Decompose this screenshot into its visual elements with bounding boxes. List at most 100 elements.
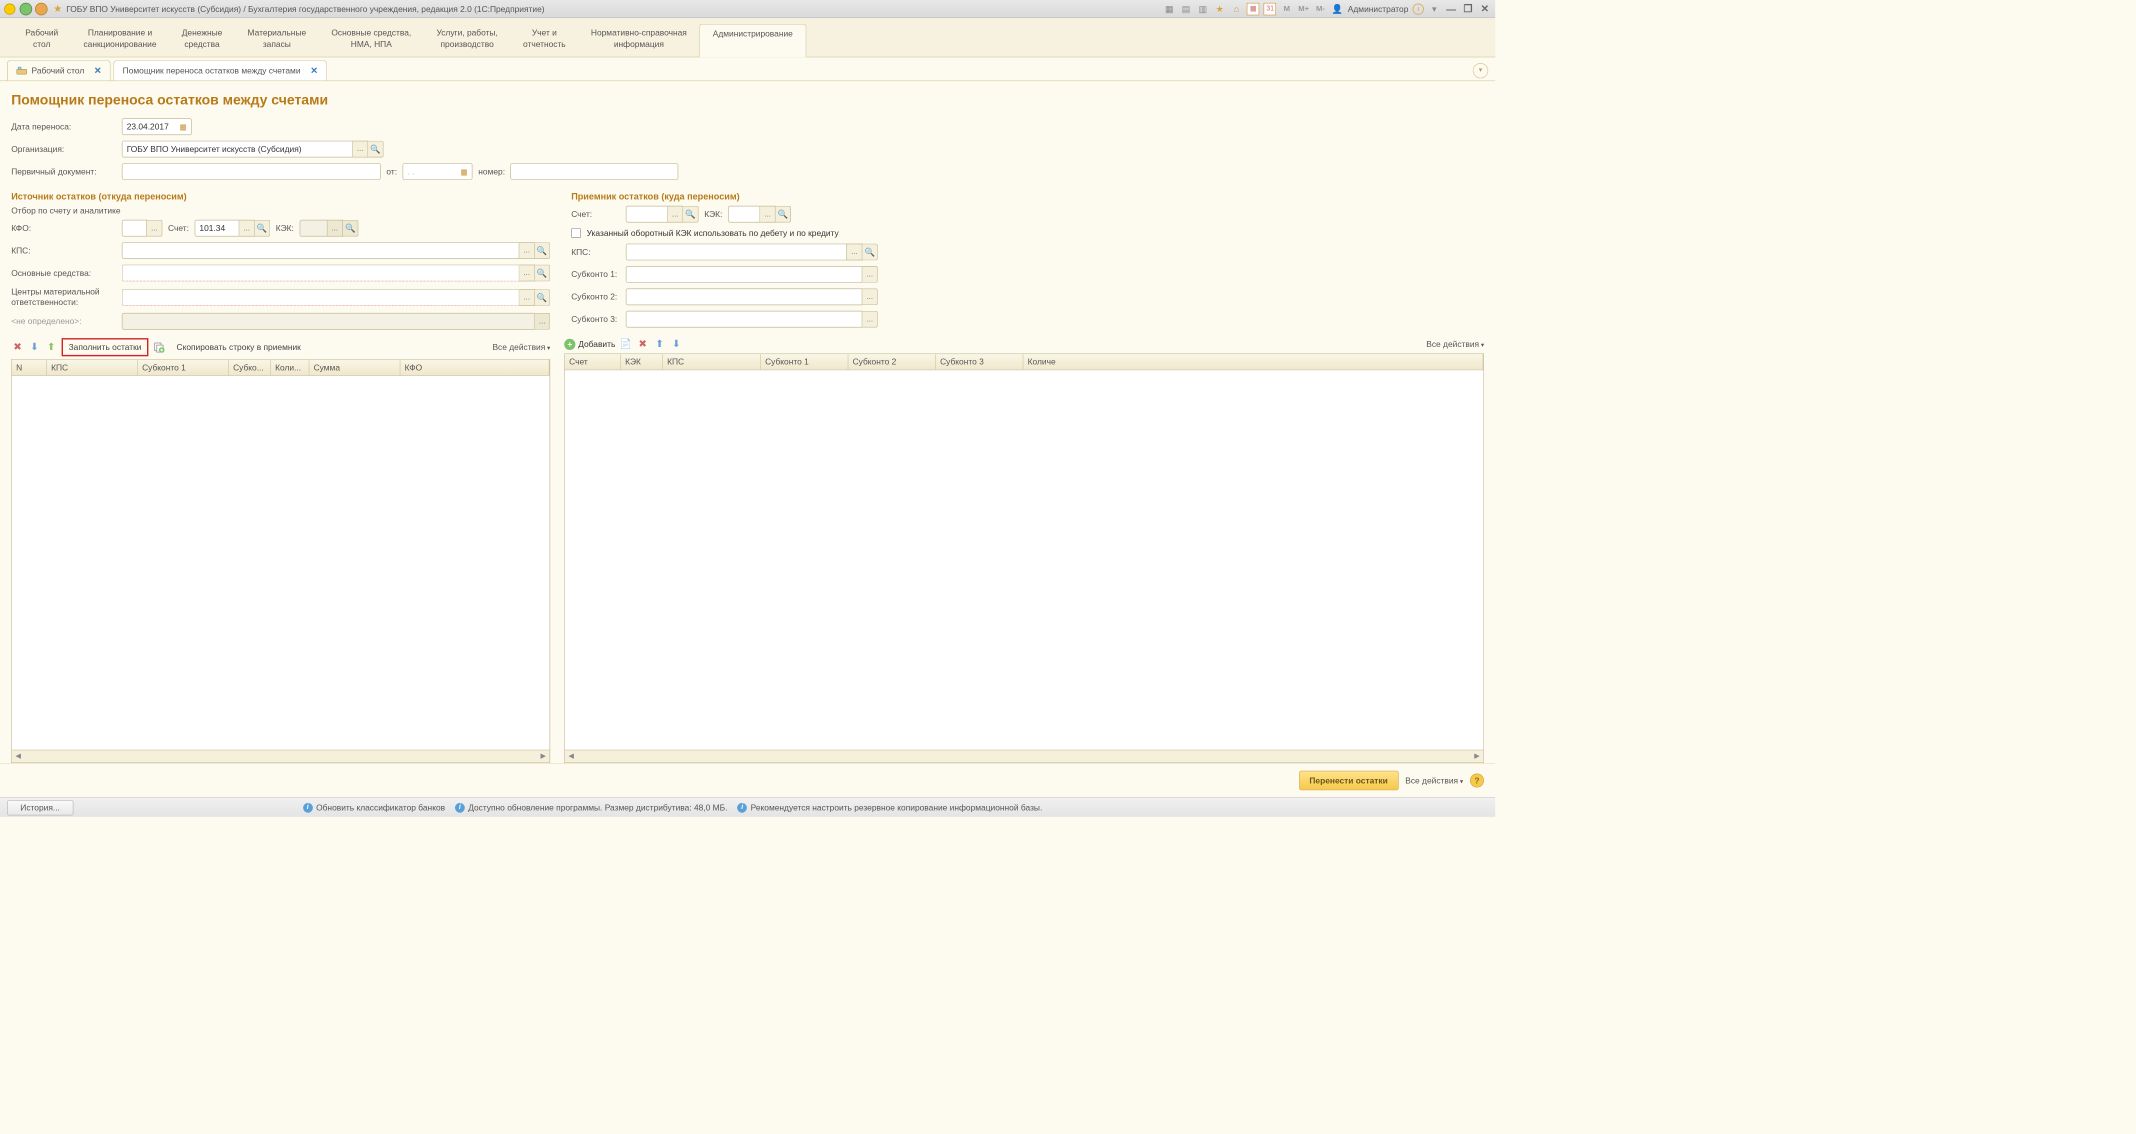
nav-desktop[interactable]: Рабочий стол (13, 24, 71, 57)
os-pick-button[interactable]: ... (519, 265, 534, 282)
all-actions-dropdown[interactable]: Все действия (492, 342, 550, 352)
target-kps-search-icon[interactable]: 🔍 (862, 244, 877, 261)
fill-balances-button[interactable]: Заполнить остатки (62, 338, 149, 356)
add-button[interactable]: +Добавить (564, 339, 615, 350)
favorite-icon[interactable]: ★ (53, 3, 62, 15)
col-sub1[interactable]: Субконто 1 (761, 354, 849, 369)
user-label[interactable]: Администратор (1348, 4, 1409, 14)
organization-pick-button[interactable]: ... (353, 141, 368, 158)
all-actions-dropdown[interactable]: Все действия (1426, 339, 1484, 349)
move-up-icon[interactable]: ⬆ (653, 338, 666, 351)
tab-close-icon[interactable]: ✕ (94, 65, 102, 76)
star-icon[interactable]: ★ (1213, 2, 1226, 15)
help-icon[interactable]: ? (1470, 774, 1484, 788)
status-update[interactable]: iДоступно обновление программы. Размер д… (455, 803, 728, 813)
nav-cash[interactable]: Денежные средства (169, 24, 235, 57)
move-down-icon[interactable]: ⬇ (28, 341, 41, 354)
col-kps[interactable]: КПС (47, 360, 138, 375)
move-up-icon[interactable]: ⬆ (45, 341, 58, 354)
home-icon[interactable]: ⌂ (1230, 2, 1243, 15)
os-input[interactable] (122, 265, 520, 282)
transfer-date-input[interactable]: 23.04.2017▦ (122, 118, 192, 135)
target-kek-pick-button[interactable]: ... (760, 206, 775, 223)
delete-icon[interactable]: ✖ (11, 341, 24, 354)
col-kek[interactable]: КЭК (621, 354, 663, 369)
col-sum[interactable]: Сумма (309, 360, 400, 375)
status-backup[interactable]: iРекомендуется настроить резервное копир… (737, 803, 1042, 813)
toolbar-icon[interactable]: ▥ (1197, 2, 1210, 15)
calculator-icon[interactable]: ▦ (1247, 2, 1260, 15)
nav-admin[interactable]: Администрирование (699, 24, 806, 58)
col-account[interactable]: Счет (565, 354, 621, 369)
target-kek-input[interactable] (728, 206, 760, 223)
transfer-balances-button[interactable]: Перенести остатки (1299, 771, 1398, 791)
m-plus-button[interactable]: M+ (1297, 2, 1310, 15)
tabs-dropdown-icon[interactable]: ▾ (1473, 63, 1488, 78)
responsibility-pick-button[interactable]: ... (519, 289, 534, 306)
grid-body[interactable] (565, 370, 1483, 750)
tab-desktop[interactable]: Рабочий стол ✕ (7, 60, 111, 80)
status-banks[interactable]: iОбновить классификатор банков (303, 803, 445, 813)
nav-forward-icon[interactable] (35, 2, 48, 15)
kek-debit-credit-checkbox[interactable] (571, 228, 581, 238)
from-date-input[interactable]: . .▦ (403, 163, 473, 180)
account-input[interactable]: 101.34 (195, 220, 240, 237)
delete-icon[interactable]: ✖ (636, 338, 649, 351)
organization-search-icon[interactable]: 🔍 (368, 141, 383, 158)
nav-assets[interactable]: Основные средства, НМА, НПА (319, 24, 424, 57)
col-sub3[interactable]: Субконто 3 (936, 354, 1024, 369)
maximize-button[interactable]: ❐ (1462, 3, 1475, 14)
minimize-button[interactable]: — (1445, 3, 1458, 14)
col-kfo[interactable]: КФО (400, 360, 549, 375)
history-button[interactable]: История... (7, 800, 73, 815)
responsibility-input[interactable] (122, 289, 520, 306)
target-kek-search-icon[interactable]: 🔍 (776, 206, 791, 223)
sub2-input[interactable] (626, 289, 863, 306)
kps-search-icon[interactable]: 🔍 (535, 242, 550, 259)
account-search-icon[interactable]: 🔍 (255, 220, 270, 237)
copy-to-target-button[interactable]: Скопировать строку в приемник (169, 338, 307, 356)
calendar-icon[interactable]: ▦ (460, 167, 467, 176)
grid-hscroll[interactable]: ◀▶ (565, 750, 1483, 763)
sub3-pick-button[interactable]: ... (862, 311, 877, 328)
target-account-input[interactable] (626, 206, 668, 223)
close-button[interactable]: ✕ (1478, 3, 1491, 14)
grid-body[interactable] (12, 376, 550, 750)
tab-close-icon[interactable]: ✕ (310, 65, 318, 76)
number-input[interactable] (511, 163, 679, 180)
organization-input[interactable]: ГОБУ ВПО Университет искусств (Субсидия) (122, 141, 353, 158)
sub1-pick-button[interactable]: ... (862, 266, 877, 283)
nav-accounting[interactable]: Учет и отчетность (510, 24, 578, 57)
m-button[interactable]: M (1281, 2, 1294, 15)
responsibility-search-icon[interactable]: 🔍 (535, 289, 550, 306)
nav-materials[interactable]: Материальные запасы (235, 24, 319, 57)
nav-back-icon[interactable] (20, 2, 33, 15)
sub3-input[interactable] (626, 311, 863, 328)
grid-hscroll[interactable]: ◀▶ (12, 750, 550, 763)
m-minus-button[interactable]: M- (1314, 2, 1327, 15)
nav-services[interactable]: Услуги, работы, производство (424, 24, 511, 57)
info-icon[interactable]: i (1413, 3, 1424, 14)
col-sub1[interactable]: Субконто 1 (138, 360, 229, 375)
primary-doc-input[interactable] (122, 163, 381, 180)
calendar-icon[interactable]: 31 (1264, 2, 1277, 15)
col-sub[interactable]: Субко... (229, 360, 271, 375)
kps-input[interactable] (122, 242, 520, 259)
sub1-input[interactable] (626, 266, 863, 283)
tab-assistant[interactable]: Помощник переноса остатков между счетами… (114, 60, 328, 80)
target-kps-input[interactable] (626, 244, 847, 261)
nav-planning[interactable]: Планирование и санкционирование (71, 24, 169, 57)
dropdown-icon[interactable]: ▾ (1428, 2, 1441, 15)
account-pick-button[interactable]: ... (239, 220, 254, 237)
source-grid[interactable]: N КПС Субконто 1 Субко... Коли... Сумма … (11, 359, 550, 763)
kfo-input[interactable] (122, 220, 147, 237)
kps-pick-button[interactable]: ... (519, 242, 534, 259)
col-qty[interactable]: Количе (1023, 354, 1483, 369)
col-qty[interactable]: Коли... (271, 360, 310, 375)
target-account-pick-button[interactable]: ... (668, 206, 683, 223)
col-kps[interactable]: КПС (663, 354, 761, 369)
target-kps-pick-button[interactable]: ... (847, 244, 862, 261)
nav-reference[interactable]: Нормативно-справочная информация (578, 24, 699, 57)
target-grid[interactable]: Счет КЭК КПС Субконто 1 Субконто 2 Субко… (564, 353, 1484, 763)
copy-icon[interactable]: 📄 (620, 338, 633, 351)
